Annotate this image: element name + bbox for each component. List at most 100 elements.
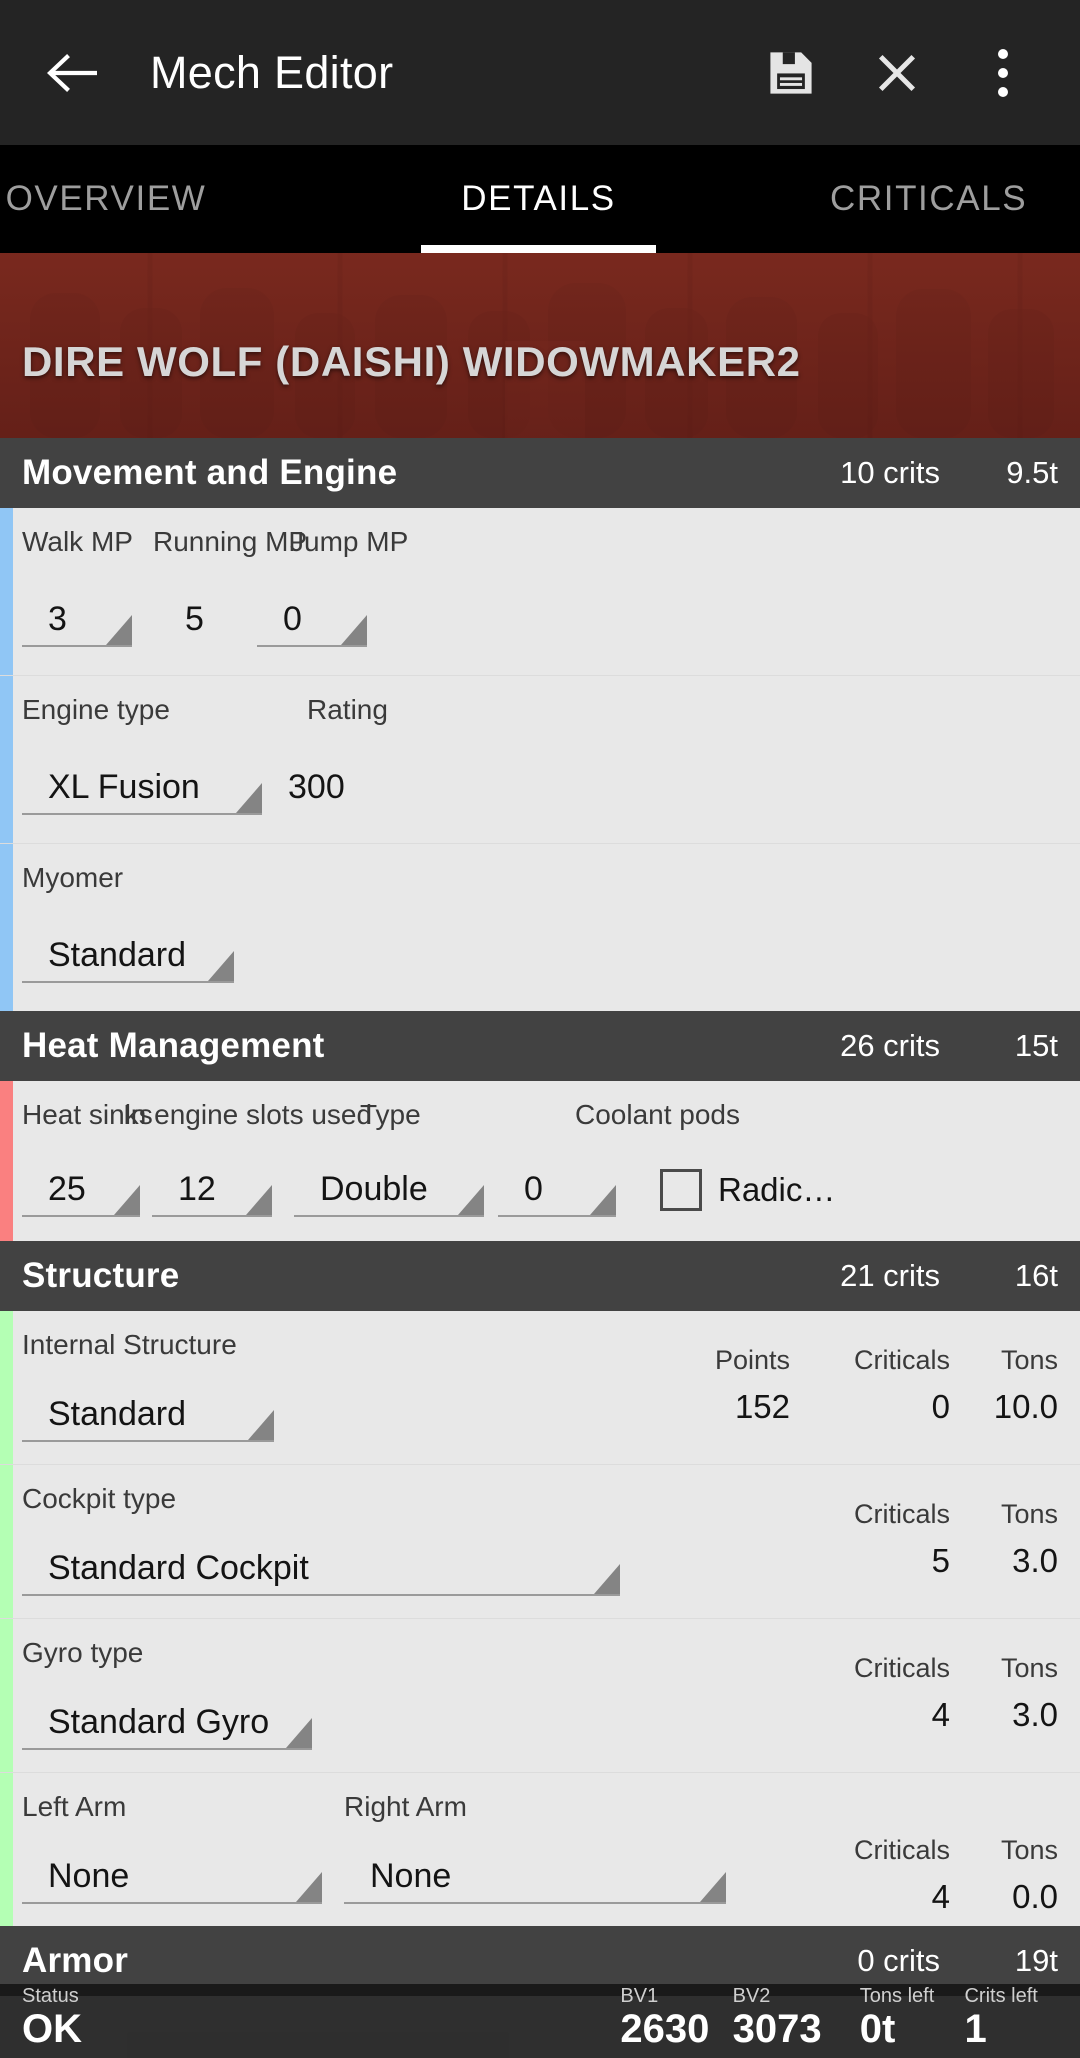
section-tons: 15t xyxy=(1014,1028,1058,1063)
right-arm-value: None xyxy=(370,1857,452,1895)
section-crits: 10 crits xyxy=(840,455,940,490)
internal-structure-stats: Points Criticals Tons 152 0 10.0 xyxy=(674,1345,1058,1426)
radical-heat-sink-checkbox-row[interactable]: Radic… xyxy=(660,1169,835,1211)
section-title: Movement and Engine xyxy=(22,453,398,492)
head-tons: Tons xyxy=(1000,1499,1058,1529)
heat-sink-type-spinner[interactable]: Double xyxy=(294,1170,484,1217)
dropdown-triangle-icon xyxy=(248,1410,274,1440)
value-tons: 3.0 xyxy=(1012,1696,1058,1733)
overflow-menu-button[interactable] xyxy=(972,42,1034,104)
tab-details[interactable]: DETAILS xyxy=(421,145,656,253)
section-title: Armor xyxy=(22,1941,129,1980)
coolant-pods-spinner[interactable]: 0 xyxy=(498,1170,616,1217)
row-movement-points: Walk MP Running MP Jump MP 3 5 0 xyxy=(0,508,1080,676)
heat-sinks-spinner[interactable]: 25 xyxy=(22,1170,140,1217)
more-vertical-icon xyxy=(998,48,1008,97)
label-rating: Rating xyxy=(307,694,388,725)
walk-mp-spinner[interactable]: 3 xyxy=(22,600,132,647)
left-arm-spinner[interactable]: None xyxy=(22,1857,322,1904)
head-criticals: Criticals xyxy=(853,1499,950,1529)
gyro-stats: Criticals Tons 4 3.0 xyxy=(820,1653,1058,1734)
close-button[interactable] xyxy=(866,42,928,104)
internal-structure-value: Standard xyxy=(48,1395,186,1433)
status-cell: Status OK xyxy=(22,1985,620,2050)
section-crits: 21 crits xyxy=(840,1258,940,1293)
gyro-type-spinner[interactable]: Standard Gyro xyxy=(22,1703,312,1750)
bv1-label: BV1 xyxy=(620,1985,659,2007)
crits-left-value: 1 xyxy=(964,2007,987,2051)
radical-heat-sink-label: Radic… xyxy=(718,1171,836,1208)
heat-sink-type-value: Double xyxy=(320,1170,428,1208)
save-floppy-icon xyxy=(770,51,812,94)
section-header-heat[interactable]: Heat Management 26 crits 15t xyxy=(0,1011,1080,1081)
section-crits: 0 crits xyxy=(857,1943,940,1978)
section-tons: 9.5t xyxy=(1006,455,1058,490)
myomer-value: Standard xyxy=(48,936,186,974)
row-arms: Left Arm Right Arm Criticals Tons 4 0.0 … xyxy=(0,1773,1080,1926)
myomer-spinner[interactable]: Standard xyxy=(22,936,234,983)
mech-hero-banner: DIRE WOLF (DAISHI) WIDOWMAKER2 xyxy=(0,253,1080,438)
mech-name: DIRE WOLF (DAISHI) WIDOWMAKER2 xyxy=(22,338,801,385)
section-title: Structure xyxy=(22,1256,180,1295)
section-body-heat: Heat sinks In engine slots used Type Coo… xyxy=(0,1081,1080,1241)
jump-mp-spinner[interactable]: 0 xyxy=(257,600,367,647)
section-header-movement[interactable]: Movement and Engine 10 crits 9.5t xyxy=(0,438,1080,508)
bv2-label: BV2 xyxy=(732,1985,771,2007)
bv2-cell: BV2 3073 xyxy=(733,1985,860,2050)
engine-type-spinner[interactable]: XL Fusion xyxy=(22,768,262,815)
status-label: Status xyxy=(22,1985,79,2007)
status-value: OK xyxy=(22,2007,82,2051)
tons-left-label: Tons left xyxy=(859,1985,935,2007)
app-bar: Mech Editor xyxy=(0,0,1080,145)
internal-structure-spinner[interactable]: Standard xyxy=(22,1395,274,1442)
in-engine-slots-spinner[interactable]: 12 xyxy=(152,1170,272,1217)
label-right-arm: Right Arm xyxy=(344,1791,467,1822)
label-walk-mp: Walk MP xyxy=(22,526,133,557)
arms-stats: Criticals Tons 4 0.0 xyxy=(820,1835,1058,1916)
dropdown-triangle-icon xyxy=(114,1185,140,1215)
tab-criticals[interactable]: CRITICALS xyxy=(830,145,1080,253)
right-arm-spinner[interactable]: None xyxy=(344,1857,726,1904)
label-heat-sinks: Heat sinks xyxy=(22,1099,153,1130)
row-cockpit: Cockpit type Criticals Tons 5 3.0 Standa… xyxy=(0,1465,1080,1619)
row-myomer: Myomer Standard xyxy=(0,844,1080,1011)
page-title: Mech Editor xyxy=(150,46,394,98)
dropdown-triangle-icon xyxy=(208,951,234,981)
dropdown-triangle-icon xyxy=(341,615,367,645)
section-tons: 19t xyxy=(1014,1943,1058,1978)
head-tons: Tons xyxy=(1000,1345,1058,1375)
tons-left-value: 0t xyxy=(859,2007,896,2051)
back-button[interactable] xyxy=(36,35,112,111)
dropdown-triangle-icon xyxy=(296,1872,322,1902)
app-bar-actions xyxy=(760,42,1044,104)
value-criticals: 4 xyxy=(931,1696,950,1733)
value-criticals: 0 xyxy=(931,1388,950,1425)
crits-left-label: Crits left xyxy=(964,1985,1038,2007)
section-body-movement: Walk MP Running MP Jump MP 3 5 0 Engine … xyxy=(0,508,1080,1011)
gyro-type-value: Standard Gyro xyxy=(48,1703,270,1741)
head-criticals: Criticals xyxy=(853,1653,950,1683)
tab-overview[interactable]: OVERVIEW xyxy=(0,145,266,253)
dropdown-triangle-icon xyxy=(286,1718,312,1748)
engine-rating-value: 300 xyxy=(288,768,345,806)
status-bar: Status OK BV1 2630 BV2 3073 Tons left 0t… xyxy=(0,1984,1080,2058)
value-tons: 0.0 xyxy=(1012,1878,1058,1915)
close-x-icon xyxy=(878,54,916,91)
cockpit-type-spinner[interactable]: Standard Cockpit xyxy=(22,1549,620,1596)
tons-left-cell: Tons left 0t xyxy=(860,1985,965,2050)
dropdown-triangle-icon xyxy=(700,1872,726,1902)
cockpit-type-value: Standard Cockpit xyxy=(48,1549,309,1587)
dropdown-triangle-icon xyxy=(106,615,132,645)
cockpit-stats: Criticals Tons 5 3.0 xyxy=(820,1499,1058,1580)
label-coolant-pods: Coolant pods xyxy=(575,1099,741,1130)
section-header-structure[interactable]: Structure 21 crits 16t xyxy=(0,1241,1080,1311)
section-crits: 26 crits xyxy=(840,1028,940,1063)
section-body-structure: Internal Structure Points Criticals Tons… xyxy=(0,1311,1080,1926)
checkbox-unchecked-icon[interactable] xyxy=(660,1169,702,1211)
dropdown-triangle-icon xyxy=(458,1185,484,1215)
label-heat-sink-type: Type xyxy=(360,1099,421,1130)
head-criticals: Criticals xyxy=(853,1835,950,1865)
save-button[interactable] xyxy=(760,42,822,104)
active-tab-indicator xyxy=(421,245,656,253)
label-engine-type: Engine type xyxy=(22,694,170,725)
